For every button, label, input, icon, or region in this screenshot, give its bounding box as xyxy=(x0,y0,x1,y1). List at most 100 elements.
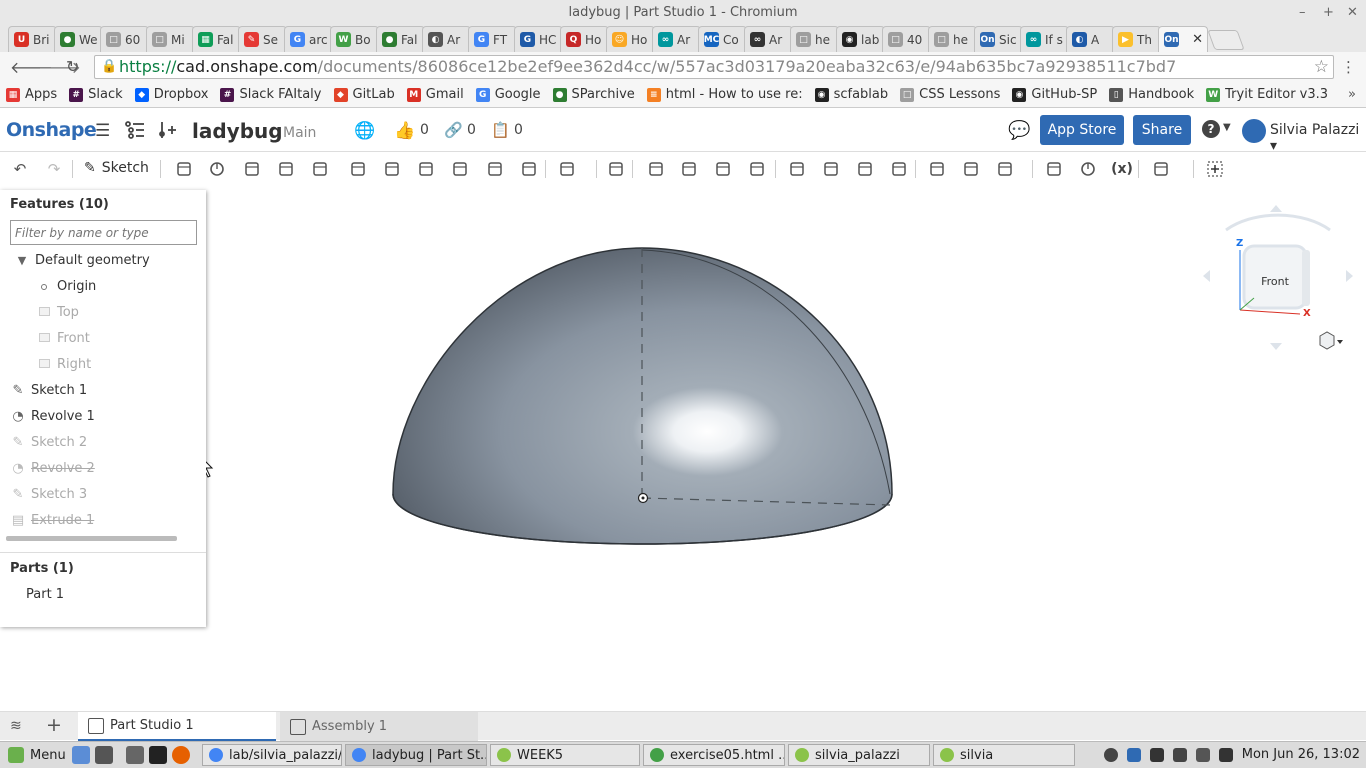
replace-face-icon[interactable] xyxy=(889,159,909,179)
browser-tab[interactable]: ▶ Th xyxy=(1112,26,1161,52)
model-canvas[interactable] xyxy=(198,190,1366,710)
globe-icon[interactable]: 🌐 xyxy=(354,121,375,141)
browser-tab[interactable]: On ✕ xyxy=(1158,26,1208,52)
browser-tab[interactable]: □ 40 xyxy=(882,26,931,52)
browser-tab[interactable]: □ he xyxy=(790,26,839,52)
redo-icon[interactable]: ↷ xyxy=(44,159,64,179)
battery-icon[interactable] xyxy=(1218,747,1233,762)
new-tab-button[interactable] xyxy=(1207,30,1245,50)
files-icon[interactable] xyxy=(126,746,144,764)
view-cube[interactable]: Front Z X xyxy=(1198,200,1358,360)
feature-item[interactable]: ◔ Revolve 1 xyxy=(0,404,200,428)
origin-point-icon[interactable] xyxy=(637,492,649,504)
plane-icon[interactable] xyxy=(961,159,981,179)
address-bar[interactable]: 🔒 https://cad.onshape.com/documents/86086… xyxy=(94,55,1334,79)
clock[interactable]: Mon Jun 26, 13:02 xyxy=(1242,747,1360,762)
sketch-button[interactable]: ✎ Sketch xyxy=(84,160,149,176)
document-name[interactable]: ladybug xyxy=(192,119,283,143)
browser-tab[interactable]: □ Mi xyxy=(146,26,195,52)
bookmark-item[interactable]: M Gmail xyxy=(406,87,464,102)
rotate-down-icon[interactable] xyxy=(1270,343,1282,350)
bluetooth-icon[interactable] xyxy=(1149,747,1164,762)
feature-item[interactable]: ✎ Sketch 2 xyxy=(0,430,200,454)
maximize-icon[interactable]: + xyxy=(1323,0,1334,26)
bookmark-item[interactable]: ◆ GitLab xyxy=(333,87,395,102)
extrude-icon[interactable] xyxy=(174,159,194,179)
bookmark-item[interactable]: # Slack xyxy=(69,87,123,102)
delete-part-icon[interactable] xyxy=(747,159,767,179)
browser-tab[interactable]: ◐ Ar xyxy=(422,26,471,52)
taskbar-window-button[interactable]: lab/silvia_palazzi/... xyxy=(202,744,342,766)
help-icon[interactable]: ? xyxy=(1202,120,1220,138)
chamfer-icon[interactable] xyxy=(382,159,402,179)
browser-tab[interactable]: U Bri xyxy=(8,26,57,52)
view-options-icon[interactable] xyxy=(1319,331,1343,350)
bookmark-item[interactable]: ≡ html - How to use re: xyxy=(646,87,803,102)
browser-tab[interactable]: ✎ Se xyxy=(238,26,287,52)
feature-item[interactable]: ▤ Extrude 1 xyxy=(0,508,200,532)
tab-manager-icon[interactable]: ≋ xyxy=(10,718,22,734)
sweep-icon[interactable] xyxy=(242,159,262,179)
rotate-up-icon[interactable] xyxy=(1270,205,1282,212)
split-icon[interactable] xyxy=(679,159,699,179)
feature-item[interactable]: Top xyxy=(0,300,200,324)
measure-icon[interactable] xyxy=(1078,159,1098,179)
browser-tab[interactable]: ☺ Ho xyxy=(606,26,655,52)
app-store-button[interactable]: App Store xyxy=(1040,115,1124,145)
bookmark-item[interactable]: ▦ Apps xyxy=(6,87,57,102)
help-caret-icon[interactable]: ▼ xyxy=(1223,122,1231,133)
browser-tab[interactable]: ∞ Ar xyxy=(744,26,793,52)
loft-icon[interactable] xyxy=(276,159,296,179)
feature-item[interactable]: Front xyxy=(0,326,200,350)
section-view-icon[interactable] xyxy=(1151,159,1171,179)
bookmark-item[interactable]: □ CSS Lessons xyxy=(900,87,1000,102)
rotate-right-icon[interactable] xyxy=(1346,270,1353,282)
bookmark-item[interactable]: ◉ scfablab xyxy=(814,87,888,102)
feature-item[interactable]: ✎ Sketch 1 xyxy=(0,378,200,402)
browser-tab[interactable]: ∞ Ar xyxy=(652,26,701,52)
network-icon[interactable] xyxy=(1172,747,1187,762)
user-menu[interactable]: Silvia Palazzi ▾ xyxy=(1270,122,1366,154)
console-icon[interactable] xyxy=(149,746,167,764)
firefox-icon[interactable] xyxy=(172,746,190,764)
browser-tab[interactable]: W Bo xyxy=(330,26,379,52)
browser-tab[interactable]: ◉ lab xyxy=(836,26,885,52)
taskbar-window-button[interactable]: ladybug | Part St... xyxy=(345,744,487,766)
hamburger-menu-icon[interactable]: ☰ xyxy=(95,121,110,141)
bookmark-item[interactable]: ▯ Handbook xyxy=(1109,87,1194,102)
bookmark-item[interactable]: W Tryit Editor v3.3 xyxy=(1206,87,1328,102)
show-desktop-icon[interactable] xyxy=(72,746,90,764)
share-button[interactable]: Share xyxy=(1133,115,1191,145)
taskbar-window-button[interactable]: exercise05.html ... xyxy=(643,744,785,766)
bookmarks-overflow-icon[interactable]: » xyxy=(1348,87,1356,102)
horizontal-scrollbar[interactable] xyxy=(6,536,177,541)
helix-icon[interactable] xyxy=(995,159,1015,179)
reload-icon[interactable]: ↻ xyxy=(66,57,79,76)
feature-item[interactable]: ✎ Sketch 3 xyxy=(0,482,200,506)
taskbar-window-button[interactable]: WEEK5 xyxy=(490,744,640,766)
chat-icon[interactable]: 💬 xyxy=(1008,120,1030,141)
tab-assembly-1[interactable]: Assembly 1 xyxy=(280,712,478,741)
start-menu-button[interactable]: Menu xyxy=(8,747,72,763)
terminal-icon[interactable] xyxy=(95,746,113,764)
browser-tab[interactable]: □ he xyxy=(928,26,977,52)
copy-icon[interactable]: 📋 xyxy=(491,121,510,139)
browser-tab[interactable]: Q Ho xyxy=(560,26,609,52)
undo-icon[interactable]: ↶ xyxy=(10,159,30,179)
onshape-logo[interactable]: Onshape xyxy=(6,119,97,141)
feature-item[interactable]: Right xyxy=(0,352,200,376)
browser-tab[interactable]: G HC xyxy=(514,26,563,52)
browser-menu-icon[interactable]: ⋮ xyxy=(1341,58,1356,76)
bookmark-item[interactable]: ◉ GitHub-SP xyxy=(1012,87,1097,102)
part-item[interactable]: Part 1 xyxy=(26,587,64,602)
transform-icon[interactable] xyxy=(713,159,733,179)
insert-icon[interactable] xyxy=(157,121,177,144)
rotate-left-icon[interactable] xyxy=(1203,270,1210,282)
revolve-icon[interactable] xyxy=(207,159,227,179)
browser-tab[interactable]: ● Fal xyxy=(376,26,425,52)
feature-item[interactable]: Origin xyxy=(0,274,200,298)
browser-tab[interactable]: Garc xyxy=(284,26,333,52)
browser-tab[interactable]: ● We xyxy=(54,26,103,52)
move-face-icon[interactable] xyxy=(855,159,875,179)
tab-part-studio-1[interactable]: Part Studio 1 xyxy=(78,712,276,741)
